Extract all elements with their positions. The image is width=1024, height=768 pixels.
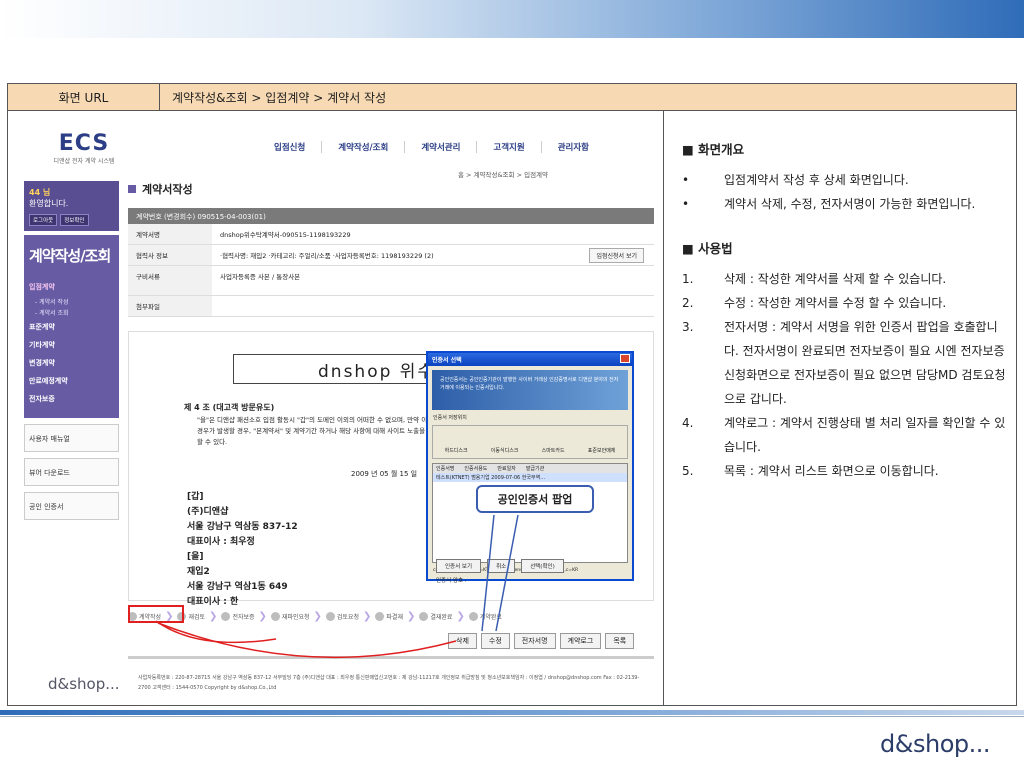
login-box: 44 님 환영합니다. 로그아웃 정보확인: [24, 181, 119, 231]
callout-label: 공인인증서 팝업: [476, 485, 594, 513]
dialog-buttons: 인증서 보기 취소 선택(확인): [436, 559, 564, 573]
view-application-button[interactable]: 입점신청서 보기: [589, 248, 644, 263]
quick-cert[interactable]: 공인 인증서: [24, 492, 119, 520]
edit-button[interactable]: 수정: [480, 633, 510, 649]
menu-item[interactable]: 기타계약: [29, 336, 114, 354]
menu-item[interactable]: 만료예정계약: [29, 372, 114, 390]
menu-item[interactable]: 변경계약: [29, 354, 114, 372]
footer-bar: [0, 710, 1024, 715]
arrow-line: [157, 622, 457, 659]
section-title: 계약작성/조회: [29, 247, 111, 265]
quick-manual[interactable]: 사용자 매뉴얼: [24, 424, 119, 452]
confirm-button[interactable]: 선택(확인): [521, 559, 564, 573]
view-cert-button[interactable]: 인증서 보기: [436, 559, 482, 573]
e-sign-button[interactable]: 전자서명: [513, 633, 556, 649]
table-row: 계약서명 dnshop위수탁계약서-090515-1198193229: [128, 224, 654, 245]
step: 계약완료: [469, 612, 502, 621]
usage-title: ■ 사용법: [682, 241, 733, 256]
contract-number: 계약번호 (변경회수) 090515-04-003(01): [128, 208, 654, 224]
overview-title: ■ 화면개요: [682, 142, 745, 157]
close-icon[interactable]: [620, 354, 630, 363]
step: 재파인요청: [271, 612, 310, 621]
description-panel: ■ 화면개요 • 입점계약서 작성 후 상세 화면입니다. • 계약서 삭제, 수정…: [668, 111, 1018, 705]
storage-option[interactable]: 이동식디스크: [491, 447, 519, 454]
list-item: • 입점계약서 작성 후 상세 화면입니다.: [682, 173, 909, 187]
step: 검토요청: [326, 612, 359, 621]
info-button[interactable]: 정보확인: [60, 214, 89, 226]
gnb-item[interactable]: 관리자함: [542, 141, 605, 153]
url-label: 화면 URL: [8, 84, 160, 110]
page-title: 계약서작성: [128, 181, 193, 197]
storage-option[interactable]: 표준보안매체: [588, 447, 616, 454]
spec-frame: ECS 디앤샵 전자 계약 시스템 입점신청 계약작성/조회 계약서관리 고객지…: [7, 111, 1017, 706]
divider: [128, 656, 654, 659]
article-text: "을"은 디앤샵 패션소호 입점 활동시 "갑"의 도메인 이외의 어떠한 수 …: [197, 416, 440, 446]
dialog-banner: 공인인증서는 공인인증기관이 발행한 사이버 거래상 인감증명서로 디앤샵 분야…: [432, 370, 628, 410]
submenu-item[interactable]: - 계약서 작성: [29, 296, 114, 307]
global-nav: 입점신청 계약작성/조회 계약서관리 고객지원 관리자함: [258, 141, 605, 153]
list-item: 4. 계약로그 : 계약서 진행상태 별 처리 일자를 확인할 수 있습니다.: [682, 416, 1006, 454]
breadcrumb: 홈 > 계약작성&조회 > 입점계약: [458, 171, 549, 179]
dialog-titlebar: 인증서 선택: [428, 353, 632, 366]
footer-logo: d&shop...: [48, 675, 120, 693]
current-step-highlight: [128, 605, 184, 623]
menu-item[interactable]: 입점계약: [29, 278, 114, 296]
storage-options: 하드디스크 이동식디스크 스마트카드 표준보안매체: [432, 425, 628, 459]
cancel-button[interactable]: 취소: [487, 559, 516, 573]
gnb-item[interactable]: 고객지원: [477, 141, 542, 153]
side-menu: 계약작성/조회 입점계약 - 계약서 작성 - 계약서 조회 표준계약 기타계약…: [24, 235, 119, 418]
menu-item[interactable]: 표준계약: [29, 318, 114, 336]
list-item: 3. 전자서명 : 계약서 서명을 위한 인증서 팝업을 호출합니다. 전자서명이…: [682, 320, 1006, 406]
sidebar: 44 님 환영합니다. 로그아웃 정보확인 계약작성/조회 입점계약 - 계약서…: [24, 181, 119, 520]
list-button[interactable]: 목록: [605, 633, 635, 649]
table-row: 협력사 정보 ·협력사명: 재입2 ·카테고리: 주얼리/소품 ·사업자등록번호…: [128, 245, 654, 266]
top-banner: [0, 0, 1024, 38]
step: 파결재: [375, 612, 403, 621]
table-row: 첨부파일: [128, 296, 654, 317]
gnb-item[interactable]: 계약작성/조회: [322, 141, 406, 153]
overview-list: • 입점계약서 작성 후 상세 화면입니다. • 계약서 삭제, 수정, 전자서명이…: [682, 168, 1006, 216]
location-label: 인증서 저장위치: [433, 415, 467, 421]
password-label: 인증서 암호 :: [436, 578, 467, 584]
delete-button[interactable]: 삭제: [448, 633, 477, 649]
certificate-list[interactable]: 인증서명 인증서용도 만료일자 발급기관 테스트(KTNET) 범용기업 200…: [432, 463, 628, 563]
menu-item[interactable]: 전자보증: [29, 390, 114, 408]
list-item: 1. 삭제 : 작성한 계약서를 삭제 할 수 있습니다.: [682, 272, 947, 286]
app-screenshot: ECS 디앤샵 전자 계약 시스템 입점신청 계약작성/조회 계약서관리 고객지…: [8, 111, 664, 705]
storage-option[interactable]: 하드디스크: [445, 447, 468, 454]
step: 전자보증: [221, 612, 254, 621]
list-item: • 계약서 삭제, 수정, 전자서명이 가능한 화면입니다.: [682, 197, 976, 211]
storage-option[interactable]: 스마트카드: [542, 447, 565, 454]
contract-date: 2009 년 05 월 15 일: [351, 470, 418, 478]
quick-viewer[interactable]: 뷰어 다운로드: [24, 458, 119, 486]
url-header: 화면 URL 계약작성&조회 > 입점계약 > 계약서 작성: [7, 83, 1017, 111]
progress-steps: 계약작성 ❯ 재검토 ❯ 전자보증 ❯ 재파인요청 ❯ 검토요청 ❯ 파결재 ❯ 결재완료 ❯…: [128, 611, 658, 622]
action-buttons: 삭제 수정 전자서명 계약로그 목록: [448, 633, 635, 649]
submenu-item[interactable]: - 계약서 조회: [29, 307, 114, 318]
list-item: 5. 목록 : 계약서 리스트 화면으로 이동합니다.: [682, 464, 939, 478]
contract-table: 계약서명 dnshop위수탁계약서-090515-1198193229 협력사 …: [128, 224, 654, 317]
gnb-item[interactable]: 입점신청: [258, 141, 323, 153]
article-title: 제 4 조 (대고객 방문유도): [184, 403, 275, 412]
party-info: [갑] (주)디앤샵 서울 강남구 역삼동 837-12 대표이사 : 최우정 …: [187, 492, 298, 607]
certificate-dialog: 인증서 선택 공인인증서는 공인인증기관이 발행한 사이버 거래상 인감증명서로…: [426, 351, 634, 584]
logout-button[interactable]: 로그아웃: [29, 214, 58, 226]
usage-list: 1. 삭제 : 작성한 계약서를 삭제 할 수 있습니다. 2. 수정 : 작성한 …: [682, 267, 1006, 483]
step: 결재완료: [419, 612, 452, 621]
certificate-row[interactable]: 테스트(KTNET) 범용기업 2009-07-06 한국무역…: [433, 473, 627, 482]
ecs-logo[interactable]: ECS 디앤샵 전자 계약 시스템: [44, 131, 124, 165]
brand-logo: d&shop...: [880, 730, 990, 758]
footer-text: 사업자등록번호 : 220-87-28715 서울 강남구 역삼동 837-12…: [138, 675, 640, 691]
list-item: 2. 수정 : 작성한 계약서를 수정 할 수 있습니다.: [682, 296, 947, 310]
table-row: 구비서류 사업자등록증 사본 / 통장사본: [128, 266, 654, 296]
url-path: 계약작성&조회 > 입점계약 > 계약서 작성: [172, 90, 387, 105]
contract-log-button[interactable]: 계약로그: [559, 633, 602, 649]
arrow-line: [155, 620, 277, 644]
gnb-item[interactable]: 계약서관리: [405, 141, 478, 153]
footer-rule: [0, 716, 1024, 717]
